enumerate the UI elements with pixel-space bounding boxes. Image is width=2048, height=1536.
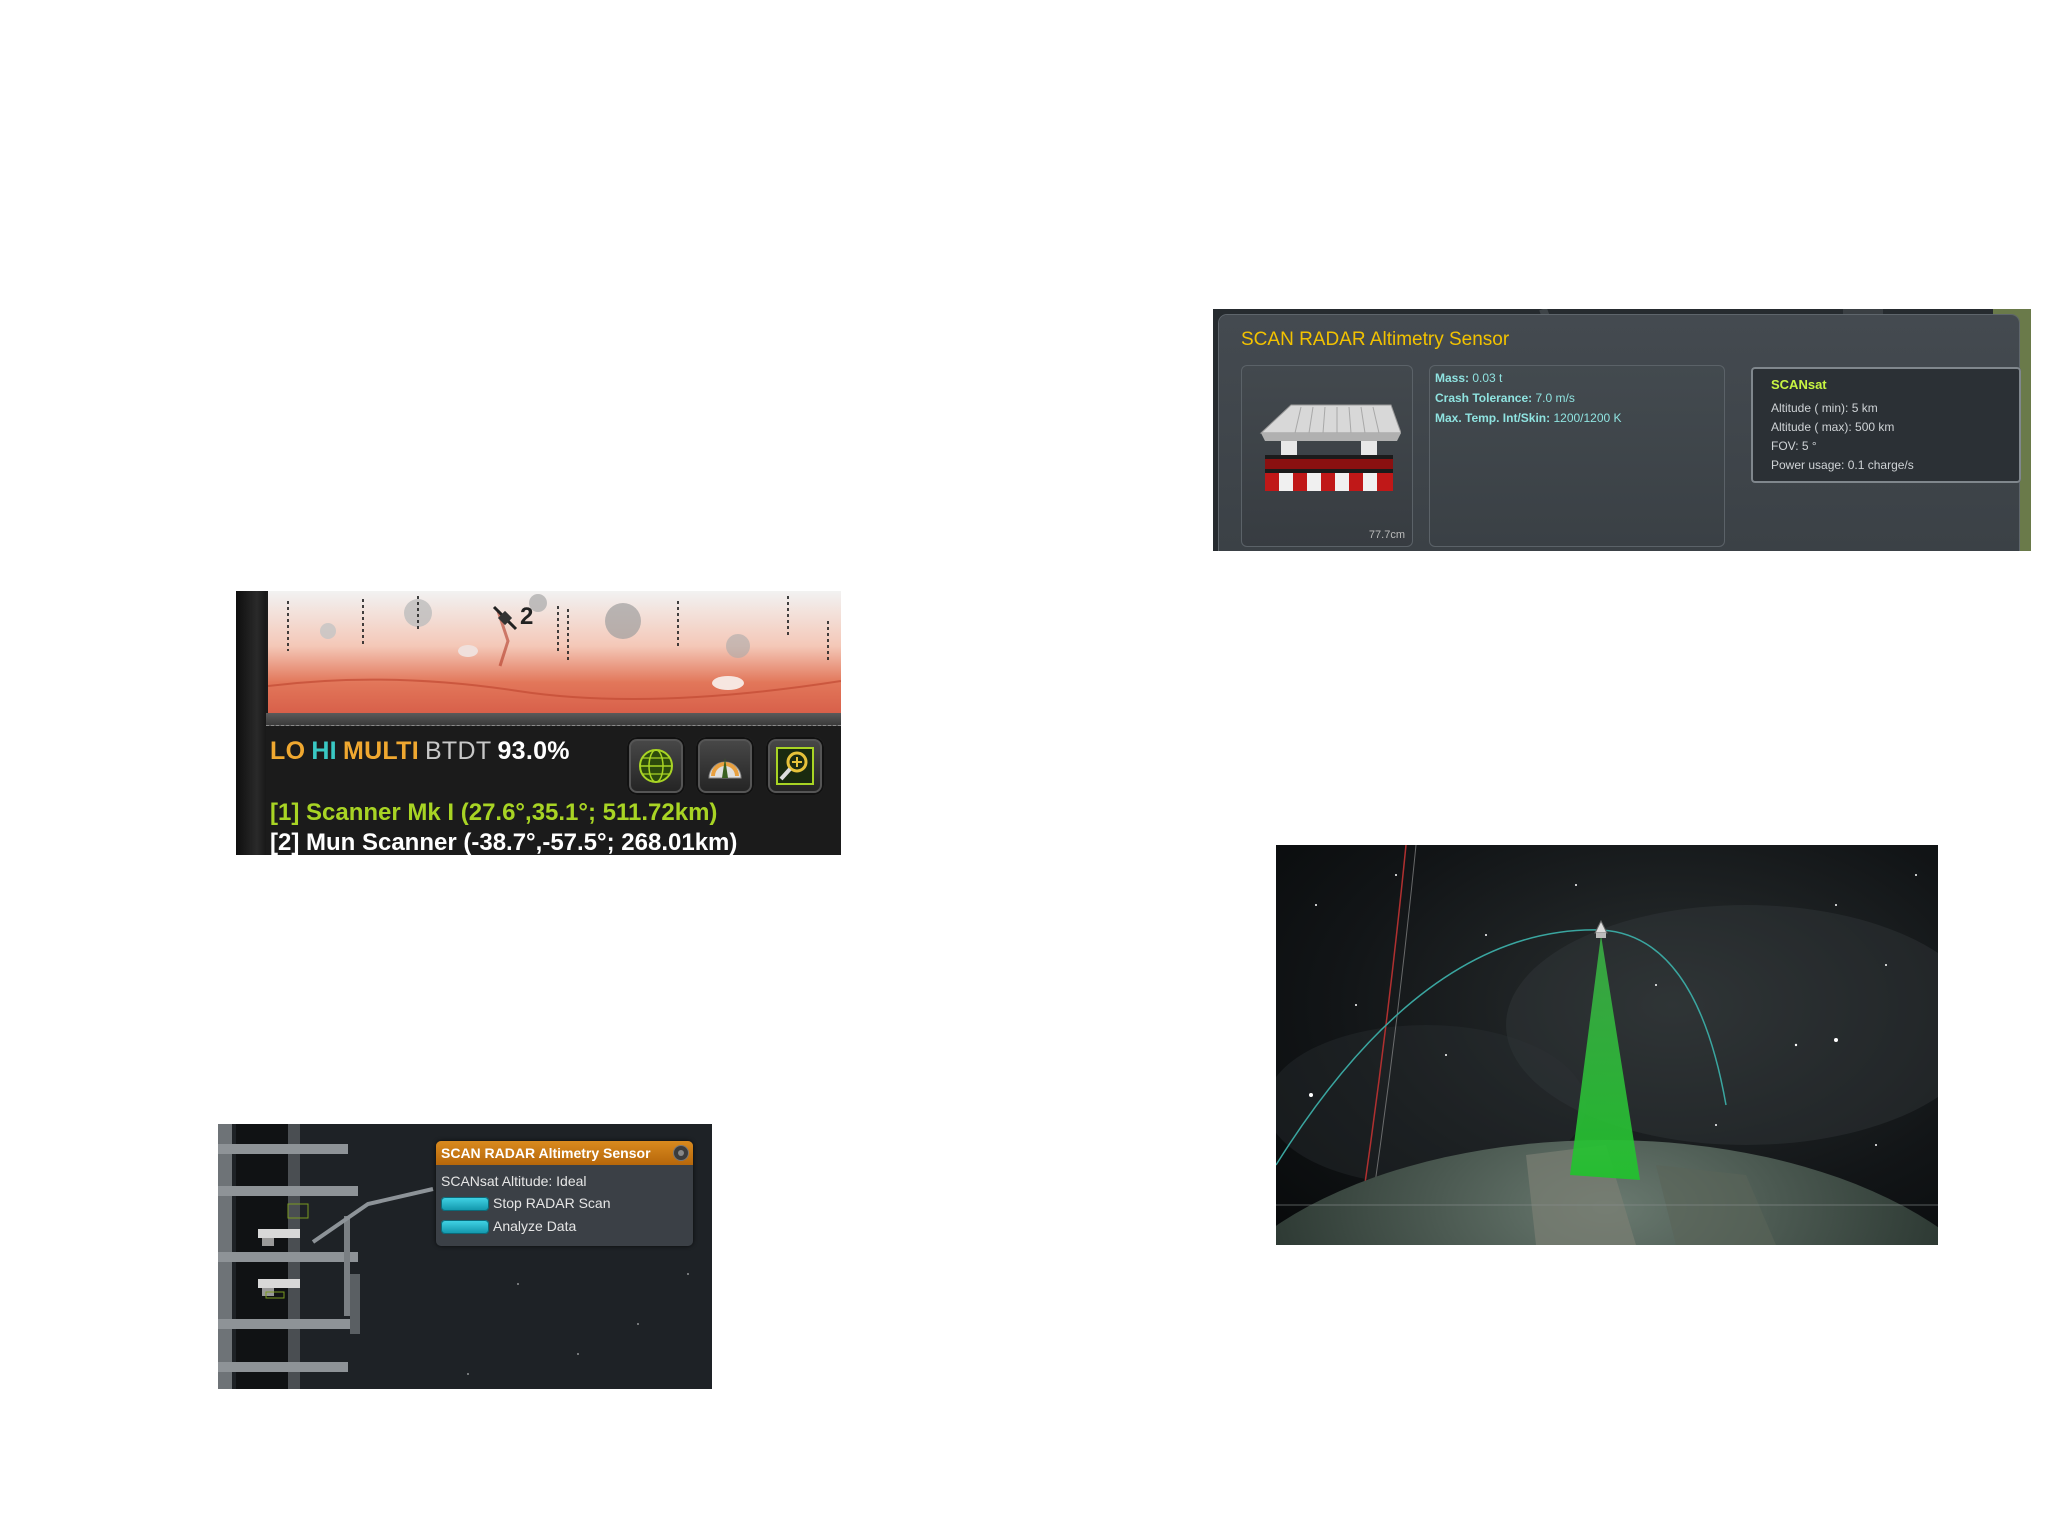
- legend-multi[interactable]: MULTI: [343, 737, 419, 765]
- stat-max-temp: Max. Temp. Int/Skin: 1200/1200 K: [1435, 411, 1622, 425]
- vessel-list-item[interactable]: [2] Mun Scanner (-38.7°,-57.5°; 268.01km…: [270, 829, 737, 855]
- module-name: SCANsat: [1771, 377, 1827, 392]
- part-info-tooltip: SCAN RADAR Altimetry Sensor 77.7cm Mass:…: [1213, 309, 2031, 551]
- orbital-scan-view: [1276, 845, 1938, 1245]
- satellite-icon: [490, 603, 520, 637]
- module-altitude-min: Altitude ( min): 5 km: [1771, 401, 1878, 415]
- stop-radar-scan-button[interactable]: [441, 1197, 489, 1211]
- part-size-label: 77.7cm: [1368, 529, 1405, 541]
- stat-max-temp-label: Max. Temp. Int/Skin:: [1435, 411, 1551, 425]
- analyze-data-button[interactable]: [441, 1220, 489, 1234]
- stat-mass-value: 0.03 t: [1472, 371, 1503, 385]
- legend-btdt[interactable]: BTDT: [425, 737, 491, 765]
- vessel-list-item-active[interactable]: [1] Scanner Mk I (27.6°,35.1°; 511.72km): [270, 799, 717, 827]
- orbit-scene: [1276, 845, 1938, 1245]
- stat-crash-tolerance-value: 7.0 m/s: [1535, 391, 1575, 405]
- scansat-map-panel: 2 LO HI MULTI BTDT 93.0% [1] Scanner Mk …: [236, 591, 841, 855]
- altimetry-map[interactable]: 2: [268, 591, 841, 713]
- module-altitude-max: Altitude ( max): 500 km: [1771, 420, 1895, 434]
- stat-mass-label: Mass:: [1435, 371, 1470, 385]
- part-action-menu-title[interactable]: SCAN RADAR Altimetry Sensor: [436, 1141, 693, 1165]
- stat-max-temp-value: 1200/1200 K: [1553, 411, 1622, 425]
- part-stats-panel: Mass: 0.03 t Crash Tolerance: 7.0 m/s Ma…: [1429, 365, 1725, 547]
- vessel-marker[interactable]: 2: [490, 603, 550, 633]
- stat-crash-tolerance-label: Crash Tolerance:: [1435, 391, 1533, 405]
- part-thumbnail: 77.7cm: [1241, 365, 1413, 547]
- legend-lo[interactable]: LO: [270, 737, 305, 765]
- analyze-data-label[interactable]: Analyze Data: [493, 1218, 576, 1234]
- legend-hi[interactable]: HI: [311, 737, 337, 765]
- part-action-menu-title-text: SCAN RADAR Altimetry Sensor: [441, 1145, 651, 1161]
- scan-percentage: 93.0%: [497, 737, 570, 765]
- part-info-card: SCAN RADAR Altimetry Sensor 77.7cm Mass:…: [1219, 315, 2021, 551]
- stop-radar-scan-label[interactable]: Stop RADAR Scan: [493, 1195, 611, 1211]
- map-legend: LO HI MULTI BTDT 93.0%: [270, 737, 576, 766]
- vessel-marker-number: 2: [520, 603, 534, 630]
- map-bottom-border: [266, 713, 841, 726]
- part-action-menu: SCAN RADAR Altimetry Sensor SCANsat Alti…: [436, 1141, 693, 1246]
- scansat-module-info: SCANsat Altitude ( min): 5 km Altitude (…: [1751, 367, 2021, 483]
- globe-button[interactable]: [627, 737, 685, 795]
- stat-mass: Mass: 0.03 t: [1435, 371, 1502, 385]
- zoom-map-button[interactable]: [766, 737, 824, 795]
- window-left-rail: [236, 591, 266, 855]
- radar-sensor-part-icon: [1251, 393, 1402, 517]
- module-power-usage: Power usage: 0.1 charge/s: [1771, 458, 1914, 472]
- part-context-view: SCAN RADAR Altimetry Sensor SCANsat Alti…: [218, 1124, 712, 1389]
- scansat-altitude-status: SCANsat Altitude: Ideal: [441, 1173, 587, 1189]
- stat-crash-tolerance: Crash Tolerance: 7.0 m/s: [1435, 391, 1575, 405]
- close-icon[interactable]: [673, 1145, 689, 1161]
- module-fov: FOV: 5 °: [1771, 439, 1817, 453]
- altimeter-button[interactable]: [696, 737, 754, 795]
- part-info-title: SCAN RADAR Altimetry Sensor: [1241, 329, 1510, 350]
